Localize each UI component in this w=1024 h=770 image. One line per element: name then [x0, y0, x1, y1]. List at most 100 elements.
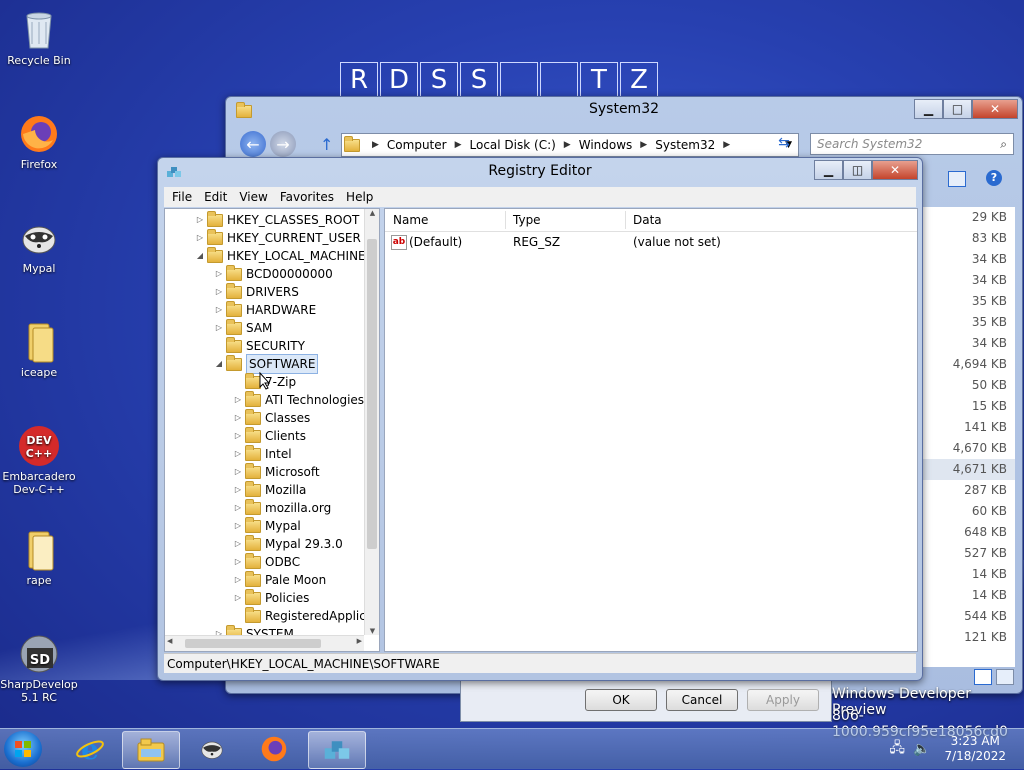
file-size[interactable]: 34 KB	[923, 249, 1015, 270]
tree-node[interactable]: ▷ BCD00000000	[214, 264, 333, 283]
registry-tree[interactable]: ▷ HKEY_CLASSES_ROOT ▷ HKEY_CURRENT_USER ◢ HKE…	[164, 208, 380, 652]
maximize-button[interactable]: □	[943, 99, 972, 119]
expand-triangle-icon[interactable]: ▷	[233, 445, 243, 463]
refresh-icon[interactable]: ⇆	[774, 135, 794, 151]
menu-edit[interactable]: Edit	[204, 190, 227, 204]
volume-icon[interactable]: 🔈	[913, 741, 930, 757]
breadcrumb-item[interactable]: Computer	[387, 138, 447, 152]
scroll-down-icon[interactable]: ▼	[365, 627, 379, 635]
list-item[interactable]: ab (Default) REG_SZ (value not set)	[385, 233, 917, 251]
taskbar-explorer[interactable]	[122, 731, 180, 769]
expand-triangle-icon[interactable]: ▷	[214, 265, 224, 283]
taskbar-regedit[interactable]	[308, 731, 366, 769]
menu-file[interactable]: File	[172, 190, 192, 204]
file-size[interactable]: 14 KB	[923, 564, 1015, 585]
details-view-icon[interactable]	[974, 669, 992, 685]
tree-node[interactable]: ▷ HKEY_CURRENT_USER	[195, 228, 361, 247]
tree-node[interactable]: ▷ DRIVERS	[214, 282, 299, 301]
tree-node[interactable]: ▷ Pale Moon	[233, 570, 326, 589]
desktop-icon-devcpp[interactable]: DEV C++ Embarcadero Dev-C++	[0, 424, 78, 496]
expand-triangle-icon[interactable]: ▷	[233, 553, 243, 571]
file-size[interactable]: 121 KB	[923, 627, 1015, 648]
expand-triangle-icon[interactable]: ▷	[233, 517, 243, 535]
menu-help[interactable]: Help	[346, 190, 373, 204]
maximize-button[interactable]: ◫	[843, 160, 872, 180]
file-size[interactable]: 544 KB	[923, 606, 1015, 627]
expand-triangle-open-icon[interactable]: ◢	[214, 355, 224, 373]
expand-triangle-icon[interactable]: ▷	[214, 319, 224, 337]
scroll-left-icon[interactable]: ◀	[167, 637, 172, 645]
expand-triangle-icon[interactable]: ▷	[214, 301, 224, 319]
file-size[interactable]: 4,694 KB	[923, 354, 1015, 375]
file-size[interactable]: 29 KB	[923, 207, 1015, 228]
scroll-thumb[interactable]	[367, 239, 377, 549]
tree-node[interactable]: ▷ Mozilla	[233, 480, 306, 499]
close-button[interactable]: ✕	[872, 160, 918, 180]
file-size[interactable]: 83 KB	[923, 228, 1015, 249]
tree-node[interactable]: RegisteredApplica	[233, 606, 373, 625]
tree-node[interactable]: ▷ Classes	[233, 408, 310, 427]
start-button[interactable]	[4, 731, 42, 767]
minimize-button[interactable]: ▁	[914, 99, 943, 119]
tree-node[interactable]: ▷ Mypal	[233, 516, 301, 535]
tree-node[interactable]: ▷ HARDWARE	[214, 300, 316, 319]
tree-node[interactable]: SECURITY	[214, 336, 305, 355]
file-size[interactable]: 527 KB	[923, 543, 1015, 564]
tree-node[interactable]: ▷ Intel	[233, 444, 292, 463]
file-size[interactable]: 35 KB	[923, 312, 1015, 333]
menu-favorites[interactable]: Favorites	[280, 190, 334, 204]
column-header-data[interactable]: Data	[633, 213, 662, 227]
column-divider[interactable]	[505, 211, 506, 229]
taskbar-firefox[interactable]	[246, 731, 302, 767]
expand-triangle-icon[interactable]: ▷	[233, 589, 243, 607]
file-size[interactable]: 60 KB	[923, 501, 1015, 522]
column-header-type[interactable]: Type	[513, 213, 541, 227]
desktop-icon-mypal[interactable]: Mypal	[0, 216, 78, 275]
expand-triangle-icon[interactable]: ▷	[233, 535, 243, 553]
search-input[interactable]: Search System32 ⌕	[810, 133, 1014, 155]
tree-node[interactable]: ▷ Policies	[233, 588, 309, 607]
up-arrow-icon[interactable]: ↑	[320, 135, 333, 154]
tree-node[interactable]: ▷ Clients	[233, 426, 306, 445]
forward-button[interactable]: →	[270, 131, 296, 157]
tree-node[interactable]: ▷ HKEY_CLASSES_ROOT	[195, 210, 359, 229]
tree-node[interactable]: ◢ HKEY_LOCAL_MACHINE	[195, 246, 366, 265]
network-icon[interactable]: 🖧	[889, 737, 905, 761]
file-size[interactable]: 15 KB	[923, 396, 1015, 417]
expand-triangle-icon[interactable]: ▷	[233, 427, 243, 445]
cancel-button[interactable]: Cancel	[666, 689, 738, 711]
registry-editor-window[interactable]: Registry Editor ▁ ◫ ✕ File Edit View Fav…	[157, 157, 923, 681]
scroll-thumb[interactable]	[185, 639, 321, 648]
expand-triangle-icon[interactable]: ▷	[233, 481, 243, 499]
scroll-right-icon[interactable]: ▶	[357, 637, 362, 645]
file-size[interactable]: 4,670 KB	[923, 438, 1015, 459]
desktop-icon-recycle-bin[interactable]: Recycle Bin	[0, 8, 78, 67]
breadcrumb-item[interactable]: Windows	[579, 138, 633, 152]
ok-button[interactable]: OK	[585, 689, 657, 711]
tree-node[interactable]: ◢ SOFTWARE	[214, 354, 319, 374]
file-size[interactable]: 4,671 KB	[923, 459, 1015, 480]
expand-triangle-icon[interactable]: ▷	[214, 283, 224, 301]
help-icon[interactable]: ?	[986, 170, 1002, 186]
preview-pane-icon[interactable]	[948, 171, 966, 187]
file-size[interactable]: 648 KB	[923, 522, 1015, 543]
desktop-icon-firefox[interactable]: Firefox	[0, 112, 78, 171]
tree-horizontal-scrollbar[interactable]: ◀ ▶	[165, 635, 364, 651]
menu-view[interactable]: View	[239, 190, 267, 204]
file-size[interactable]: 35 KB	[923, 291, 1015, 312]
expand-triangle-icon[interactable]: ▷	[233, 409, 243, 427]
expand-triangle-icon[interactable]: ▷	[195, 229, 205, 247]
properties-dialog[interactable]: OK Cancel Apply	[460, 680, 832, 722]
back-button[interactable]: ←	[240, 131, 266, 157]
tree-node[interactable]: ▷ mozilla.org	[233, 498, 331, 517]
minimize-button[interactable]: ▁	[814, 160, 843, 180]
expand-triangle-icon[interactable]: ▷	[233, 463, 243, 481]
file-size[interactable]: 287 KB	[923, 480, 1015, 501]
file-size[interactable]: 34 KB	[923, 333, 1015, 354]
tree-node[interactable]: ▷ ODBC	[233, 552, 300, 571]
tree-node[interactable]: ▷ Mypal 29.3.0	[233, 534, 343, 553]
desktop-icon-sharpdevelop[interactable]: SD SharpDevelop 5.1 RC	[0, 632, 78, 704]
tree-node[interactable]: ▷ ATI Technologies	[233, 390, 364, 409]
expand-triangle-icon[interactable]: ▷	[233, 499, 243, 517]
expand-triangle-open-icon[interactable]: ◢	[195, 247, 205, 265]
